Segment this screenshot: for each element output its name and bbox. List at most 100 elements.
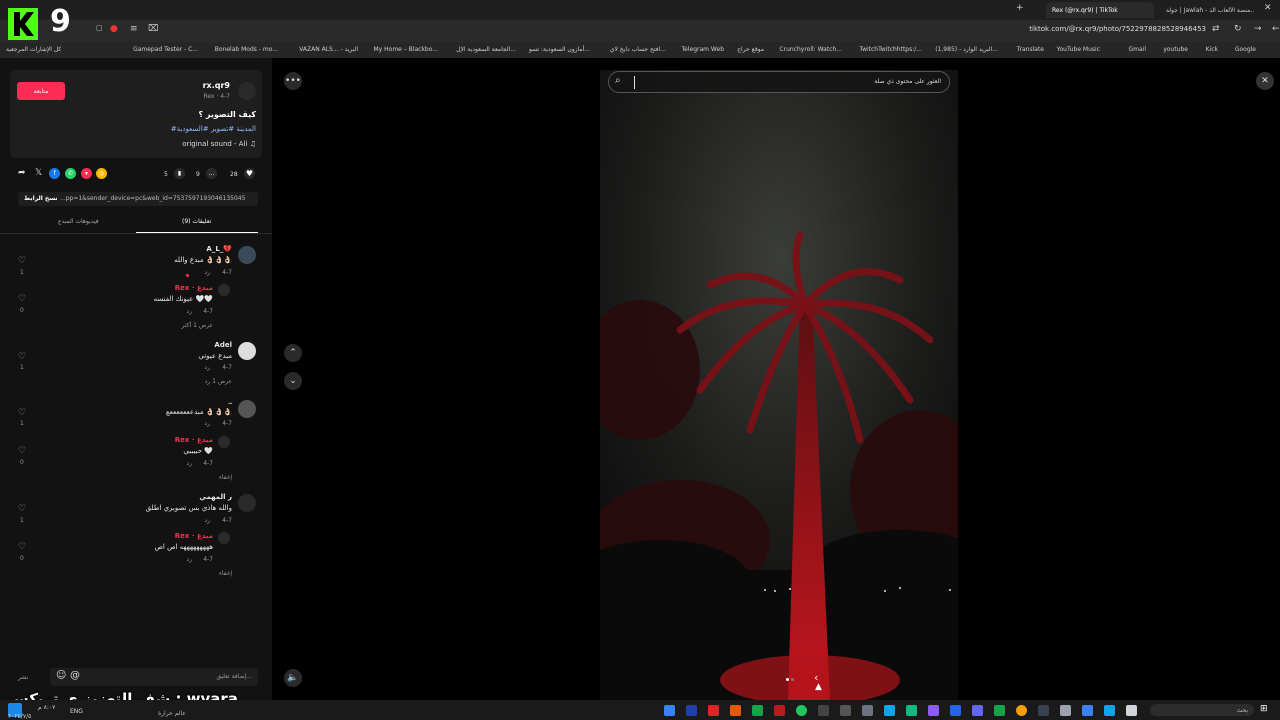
bookmark[interactable]: My Home – Blackbo... <box>374 46 439 53</box>
commenter-name[interactable]: _ <box>229 396 233 404</box>
reply-button[interactable]: رد <box>186 460 192 467</box>
nvidia-icon[interactable] <box>994 705 1005 716</box>
bookmark-icon[interactable]: ▮ <box>174 168 185 179</box>
commenter-name[interactable]: Rex · مبدع <box>175 436 213 444</box>
keyboard-language[interactable]: ENG <box>70 708 83 715</box>
mention-icon[interactable]: @ <box>70 670 80 681</box>
share-tiktok-icon[interactable]: ▾ <box>81 168 92 179</box>
taskbar-app-icon[interactable] <box>884 705 895 716</box>
browser-tab-tiktok[interactable]: Rex (@rx.qr9) | TikTok <box>1046 2 1154 18</box>
share-embed-icon[interactable]: ◎ <box>96 168 107 179</box>
taskbar-app-icon[interactable] <box>906 705 917 716</box>
commenter-avatar[interactable] <box>238 246 256 264</box>
bookmark[interactable]: Crunchyroll: Watch... <box>779 46 842 53</box>
bookmark[interactable]: youtube <box>1163 46 1188 53</box>
close-window-icon[interactable]: ✕ <box>1264 3 1272 13</box>
post-hashtags[interactable]: #المدينة #تصوير #السعودية <box>171 125 256 133</box>
reload-icon[interactable]: ↻ <box>1234 24 1242 34</box>
commenter-name[interactable]: Rex · مبدع <box>175 284 213 292</box>
view-more-replies[interactable]: عرض 1 أكثر <box>182 322 213 329</box>
author-avatar[interactable] <box>238 82 256 100</box>
bookmark[interactable]: Google <box>1235 46 1256 53</box>
bookmark[interactable]: البريد الوارد - (1,985)... <box>935 46 998 53</box>
file-explorer-icon[interactable] <box>1126 705 1137 716</box>
reply-button[interactable]: رد <box>204 517 210 524</box>
bookmark[interactable]: موقع حراج <box>737 46 764 53</box>
forward-icon[interactable]: → <box>1254 24 1262 34</box>
taskbar-app-icon[interactable] <box>862 705 873 716</box>
browser-tab-jawlah[interactable]: جولة | Jawlah - منصة الألعاب الذ... <box>1160 2 1260 18</box>
carousel-dot[interactable] <box>791 678 794 681</box>
bookmark[interactable]: Gamepad Tester - C... <box>133 46 198 53</box>
post-comment-button[interactable]: نشر <box>18 674 28 681</box>
volume-icon[interactable]: 🔈 <box>284 669 302 687</box>
tab-creator-videos[interactable]: فيديوهات المبدع <box>58 218 99 225</box>
taskbar-app-icon[interactable] <box>774 705 785 716</box>
hide-replies[interactable]: إخفاء <box>219 570 232 577</box>
bookmark[interactable]: TwitchTwitchhttps:/... <box>859 46 922 53</box>
comment-like-icon[interactable]: ♡ <box>18 408 26 418</box>
reply-button[interactable]: رد <box>204 420 210 427</box>
steam-icon[interactable] <box>686 705 697 716</box>
taskbar-app-icon[interactable] <box>664 705 675 716</box>
comment-like-icon[interactable]: ♡ <box>18 542 26 552</box>
commenter-avatar[interactable] <box>218 436 230 448</box>
bookmark-all[interactable]: كل الإشارات المرجعية <box>6 46 61 53</box>
commenter-avatar[interactable] <box>218 284 230 296</box>
taskbar-app-icon[interactable] <box>730 705 741 716</box>
edge-icon[interactable] <box>1104 705 1115 716</box>
taskbar-app-icon[interactable] <box>1060 705 1071 716</box>
taskbar-app-icon[interactable] <box>950 705 961 716</box>
taskbar-app-icon[interactable] <box>1082 705 1093 716</box>
search-icon[interactable]: ⌕ <box>615 75 621 86</box>
previous-post-icon[interactable]: ⌃ <box>284 344 302 362</box>
bookmark[interactable]: الجامعة السعودية الإل... <box>456 46 516 53</box>
bookmark[interactable]: VAZAN ALS... - البريد <box>299 46 358 53</box>
tab-search-icon[interactable]: ⌧ <box>148 24 158 34</box>
reply-button[interactable]: رد <box>204 269 210 276</box>
bookmark[interactable]: أمازون السعودية: تسو... <box>529 46 590 53</box>
close-viewer-icon[interactable]: ✕ <box>1256 72 1274 90</box>
x-icon[interactable]: 𝕏 <box>35 168 42 178</box>
record-icon[interactable]: ● <box>110 24 118 34</box>
bookmark[interactable]: Bonelab Mods - mo... <box>215 46 278 53</box>
close-tab-icon[interactable]: ▢ <box>96 24 103 32</box>
xbox-icon[interactable] <box>752 705 763 716</box>
follow-button[interactable]: متابعة <box>17 82 65 100</box>
comment-like-icon[interactable]: ♡ <box>18 256 26 266</box>
bookmark[interactable]: افتح حساب دايخ لاي... <box>610 46 666 53</box>
commenter-name[interactable]: A_L_💔 <box>206 245 232 253</box>
more-options-icon[interactable]: ••• <box>284 72 302 90</box>
url-field[interactable]: tiktok.com/@rx.qr9/photo/752297882852894… <box>1029 25 1206 33</box>
whatsapp-icon[interactable]: ✆ <box>65 168 76 179</box>
comment-like-icon[interactable]: ♡ <box>18 446 26 456</box>
commenter-name[interactable]: ر المهمي <box>199 493 232 501</box>
reply-button[interactable]: رد <box>204 364 210 371</box>
back-icon[interactable]: ← <box>1272 24 1280 34</box>
copy-link-button[interactable]: نسخ الرابط <box>24 195 58 202</box>
taskbar-app-icon[interactable] <box>818 705 829 716</box>
taskbar-app-icon[interactable] <box>1038 705 1049 716</box>
tab-comments[interactable]: تعليقات (9) <box>182 218 211 225</box>
view-more-replies[interactable]: عرض 1 رد <box>205 378 232 385</box>
extensions-icon[interactable]: ⇄ <box>1212 24 1220 34</box>
share-arrow-icon[interactable]: ➦ <box>18 168 26 178</box>
heart-icon[interactable]: ♥ <box>244 168 255 179</box>
bookmark[interactable]: Translate <box>1017 46 1044 53</box>
windows-icon[interactable]: ⊞ <box>1260 704 1268 714</box>
next-post-icon[interactable]: ⌄ <box>284 372 302 390</box>
commenter-name[interactable]: Adel <box>214 341 232 349</box>
author-username[interactable]: rx.qr9 <box>203 81 230 90</box>
post-photo[interactable] <box>600 70 958 700</box>
taskbar-app-icon[interactable] <box>708 705 719 716</box>
taskbar-app-icon[interactable] <box>840 705 851 716</box>
hide-replies[interactable]: إخفاء <box>219 474 232 481</box>
facebook-icon[interactable]: f <box>49 168 60 179</box>
taskbar-app-icon[interactable] <box>928 705 939 716</box>
commenter-avatar[interactable] <box>238 342 256 360</box>
bookmark[interactable]: Gmail <box>1128 46 1146 53</box>
post-music[interactable]: original sound - Ali ♫ <box>182 140 256 148</box>
comment-like-icon[interactable]: ♡ <box>18 352 26 362</box>
comment-like-icon[interactable]: ♡ <box>18 504 26 514</box>
emoji-icon[interactable]: ☺ <box>56 670 66 681</box>
